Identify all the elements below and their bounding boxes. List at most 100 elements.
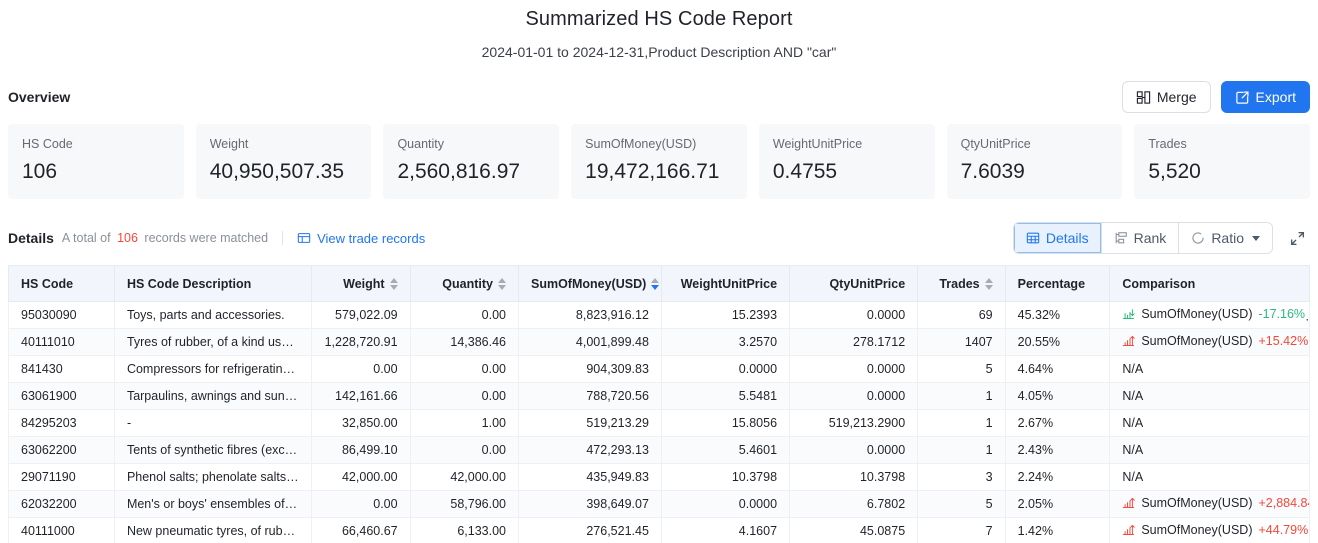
weight-unit-price-cell: 5.5481 <box>661 382 791 410</box>
quantity-cell: 0.00 <box>410 301 520 329</box>
qty-unit-price-cell: 10.3798 <box>789 463 919 491</box>
hs-code-cell: 63061900 <box>8 382 115 410</box>
overview-card: QtyUnitPrice 7.6039 <box>946 124 1123 199</box>
percentage-cell: 20.55% <box>1005 328 1111 356</box>
hs-code-cell: 63062200 <box>8 436 115 464</box>
table-row[interactable]: 63062200 Tents of synthetic fibres (exclu… <box>8 436 1310 464</box>
comparison-cell: N/A <box>1109 436 1310 464</box>
merge-label: Merge <box>1156 89 1197 105</box>
quantity-cell: 58,796.00 <box>410 490 520 518</box>
overview-card-value: 5,520 <box>1148 160 1201 183</box>
view-mode-controls: Details Rank Ratio <box>1012 222 1310 254</box>
weight-cell: 1,228,720.91 <box>311 328 411 356</box>
page-title: Summarized HS Code Report <box>525 8 793 30</box>
table-row[interactable]: 40111000 New pneumatic tyres, of rubber, … <box>8 517 1310 543</box>
weight-unit-price-cell: 15.8056 <box>661 409 791 437</box>
sort-icon[interactable] <box>651 277 660 290</box>
sort-icon[interactable] <box>498 277 506 290</box>
description-cell: Phenol salts; phenolate salts (excl. th.… <box>114 463 313 491</box>
details-table: HS Code HS Code Description Weight Quantity… <box>8 265 1310 543</box>
column-header-label: HS Code Description <box>126 276 252 291</box>
weight-cell: 42,000.00 <box>311 463 411 491</box>
comparison-label: SumOfMoney(USD) <box>1141 333 1253 348</box>
comparison-cell: N/A <box>1109 382 1310 410</box>
hs-code-cell: 40111010 <box>8 328 115 356</box>
table-row[interactable]: 62032200 Men's or boys' ensembles of cott… <box>8 490 1310 518</box>
weight-cell: 0.00 <box>311 490 411 518</box>
percentage-cell: 45.32% <box>1005 301 1111 329</box>
qty-unit-price-cell: 278.1712 <box>789 328 919 356</box>
hs-code-cell: 841430 <box>8 355 115 383</box>
fullscreen-button[interactable] <box>1285 226 1310 251</box>
overview-card-label: Quantity <box>397 137 444 151</box>
overview-card: HS Code 106 <box>8 124 184 199</box>
weight-unit-price-cell: 4.1607 <box>661 517 791 543</box>
hs-code-cell: 29071190 <box>8 463 115 491</box>
overview-card: SumOfMoney(USD) 19,472,166.71 <box>571 124 747 199</box>
table-row[interactable]: 841430Compressors for refrigerating equi… <box>8 355 1310 383</box>
column-header[interactable]: SumOfMoney(USD) <box>518 265 662 302</box>
table-row[interactable]: 95030090 Toys, parts and accessories. 579,… <box>8 301 1310 329</box>
description-cell: New pneumatic tyres, of rubber, of a k..… <box>114 517 313 543</box>
comparison-cell: N/A <box>1109 463 1310 491</box>
percentage-cell: 2.05% <box>1005 490 1111 518</box>
merge-button[interactable]: Merge <box>1121 81 1211 113</box>
quantity-cell: 0.00 <box>410 436 520 464</box>
description-cell: Men's or boys' ensembles of cotton. <box>114 490 313 518</box>
percentage-cell: 2.67% <box>1005 409 1111 437</box>
qty-unit-price-cell: 0.0000 <box>789 301 919 329</box>
column-header-label: Weight <box>343 276 385 291</box>
table-row[interactable]: 29071190 Phenol salts; phenolate salts (e… <box>8 463 1310 491</box>
description-cell: Tarpaulins, awnings and sunblinds of ... <box>114 382 313 410</box>
export-button[interactable]: Export <box>1220 81 1310 113</box>
details-meta-prefix: A total of <box>61 231 111 245</box>
trend-up-icon <box>1122 496 1136 509</box>
view-mode-details[interactable]: Details <box>1013 223 1102 253</box>
trend-up-icon <box>1122 334 1136 347</box>
ratio-icon <box>1191 231 1205 245</box>
table-row[interactable]: 63061900 Tarpaulins, awnings and sunblind… <box>8 382 1310 410</box>
weight-unit-price-cell: 15.2393 <box>661 301 791 329</box>
column-header: QtyUnitPrice <box>789 265 919 302</box>
overview-card-value: 106 <box>22 160 58 183</box>
qty-unit-price-cell: 519,213.2900 <box>789 409 919 437</box>
comparison-label: N/A <box>1122 443 1144 457</box>
details-heading: Details <box>8 230 54 246</box>
column-header: Comparison <box>1109 265 1310 302</box>
comparison-label: SumOfMoney(USD) <box>1141 495 1253 510</box>
column-header: HS Code <box>8 265 115 302</box>
trades-cell: 5 <box>917 355 1006 383</box>
table-header-row: HS Code HS Code Description Weight Quantity… <box>8 265 1310 302</box>
overview-card: Weight 40,950,507.35 <box>195 124 372 199</box>
view-mode-rank[interactable]: Rank <box>1101 223 1180 253</box>
report-page: Summarized HS Code Report 2024-01-01 to … <box>0 0 1318 543</box>
percentage-cell: 1.42% <box>1005 517 1111 543</box>
table-row[interactable]: 40111010 Tyres of rubber, of a kind used … <box>8 328 1310 356</box>
quantity-cell: 42,000.00 <box>410 463 520 491</box>
sum-of-money-cell: 435,949.83 <box>518 463 662 491</box>
column-header: Percentage <box>1005 265 1111 302</box>
comparison-cell: SumOfMoney(USD) -17.16% <box>1109 301 1310 329</box>
sort-icon[interactable] <box>389 277 398 290</box>
trades-cell: 1 <box>917 382 1006 410</box>
records-icon <box>297 231 311 245</box>
sum-of-money-cell: 4,001,899.48 <box>518 328 662 356</box>
column-header[interactable]: Quantity <box>410 265 520 302</box>
overview-cards: HS Code 106 Weight 40,950,507.35 Quantity 2,5… <box>0 124 1318 199</box>
column-header[interactable]: Trades <box>917 265 1006 302</box>
trend-up-icon <box>1122 523 1136 536</box>
column-header[interactable]: Weight <box>311 265 411 302</box>
sum-of-money-cell: 788,720.56 <box>518 382 662 410</box>
view-trade-records-link[interactable]: View trade records <box>297 231 425 246</box>
qty-unit-price-cell: 0.0000 <box>789 355 919 383</box>
table-row[interactable]: 84295203-32,850.00 1.00 519,213.29 15.8056 5… <box>8 409 1310 437</box>
trades-cell: 1 <box>917 436 1006 464</box>
view-mode-ratio[interactable]: Ratio <box>1179 223 1272 253</box>
overview-heading: Overview <box>8 89 71 105</box>
sort-icon[interactable] <box>984 277 993 290</box>
qty-unit-price-cell: 0.0000 <box>789 436 919 464</box>
overview-card-label: HS Code <box>22 137 73 151</box>
details-toolbar: Details A total of 106 records were matc… <box>0 221 1318 255</box>
comparison-label: N/A <box>1122 416 1144 430</box>
percentage-cell: 4.64% <box>1005 355 1111 383</box>
